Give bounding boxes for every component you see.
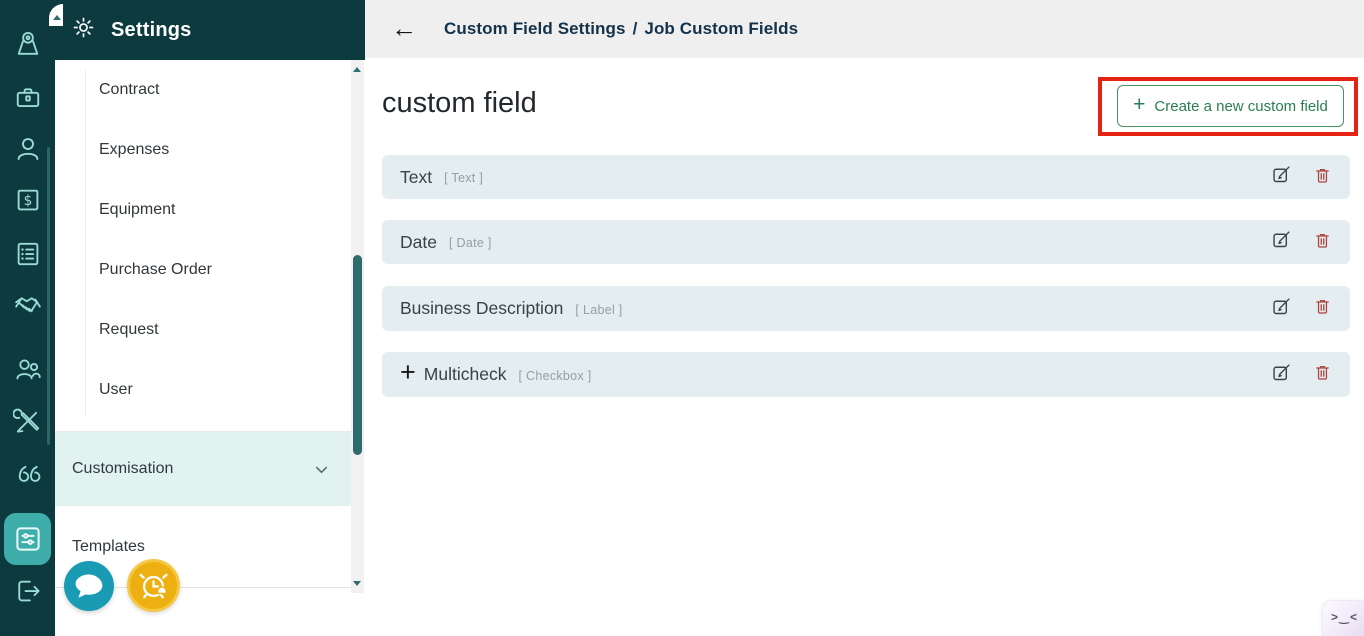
rail-scroll-up-icon[interactable]	[53, 15, 61, 20]
logout-icon[interactable]	[12, 575, 43, 606]
settings-sidebar: Settings Contract Expenses Equipment Pur…	[55, 0, 365, 593]
trash-icon[interactable]	[1313, 296, 1332, 321]
scroll-down-icon[interactable]	[353, 581, 361, 586]
sidebar-item-request[interactable]: Request	[55, 300, 351, 360]
settings-title: Settings	[111, 18, 192, 41]
customisation-label: Customisation	[72, 460, 174, 477]
breadcrumb: Custom Field Settings / Job Custom Fields	[444, 19, 798, 39]
chevron-down-icon	[315, 466, 328, 473]
trash-icon[interactable]	[1313, 230, 1332, 255]
feedback-widget-button[interactable]: >‿<	[1322, 600, 1364, 636]
field-label: Date	[400, 231, 437, 252]
custom-field-row-multicheck: + Multicheck [ Checkbox ]	[382, 352, 1350, 397]
dollar-card-icon[interactable]: $	[12, 184, 43, 215]
sidebar-section-customisation[interactable]: Customisation	[55, 431, 351, 506]
field-label: Text	[400, 166, 433, 187]
quotes-icon[interactable]	[12, 458, 43, 489]
field-type-badge: [ Date ]	[448, 236, 492, 250]
custom-field-row-date: Date [ Date ]	[382, 220, 1350, 264]
back-arrow-icon[interactable]: ←	[391, 15, 417, 41]
sidebar-item-equipment[interactable]: Equipment	[55, 180, 351, 240]
scroll-up-icon[interactable]	[353, 67, 361, 72]
field-label: Multicheck	[423, 364, 507, 384]
chat-bubble-icon	[75, 574, 103, 598]
edit-icon[interactable]	[1271, 229, 1292, 255]
trash-icon[interactable]	[1313, 165, 1332, 190]
sidebar-item-expenses[interactable]: Expenses	[55, 120, 351, 180]
custom-field-row-business-description: Business Description [ Label ]	[382, 286, 1350, 331]
edit-icon[interactable]	[1271, 164, 1292, 190]
task-list-icon[interactable]	[12, 238, 43, 269]
sidebar-item-user[interactable]: User	[55, 360, 351, 420]
face-icon: >‿<	[1331, 610, 1358, 624]
svg-text:$: $	[23, 193, 32, 209]
templates-label: Templates	[72, 537, 145, 555]
trash-icon[interactable]	[1313, 362, 1332, 387]
breadcrumb-separator: /	[632, 19, 638, 38]
main-content: custom field + Create a new custom field…	[365, 58, 1364, 636]
edit-icon[interactable]	[1271, 362, 1292, 388]
icon-rail: $	[0, 0, 55, 636]
sidebar-item-contract[interactable]: Contract	[55, 60, 351, 120]
sidebar-item-list: Contract Expenses Equipment Purchase Ord…	[55, 60, 351, 420]
customise-sliders-icon-active[interactable]	[4, 513, 51, 565]
expand-plus-icon[interactable]: +	[400, 359, 416, 386]
breadcrumb-section[interactable]: Custom Field Settings	[444, 19, 626, 38]
sidebar-scrollbar-thumb[interactable]	[353, 255, 362, 455]
page-title: custom field	[382, 87, 537, 119]
briefcase-icon[interactable]	[12, 81, 43, 112]
breadcrumb-page: Job Custom Fields	[644, 19, 799, 38]
breadcrumb-bar: ← Custom Field Settings / Job Custom Field…	[365, 0, 1364, 58]
team-icon[interactable]	[12, 353, 43, 384]
gear-icon	[71, 15, 96, 45]
highlight-annotation-box	[1098, 77, 1358, 136]
field-label: Business Description	[400, 298, 564, 318]
reminder-widget-button[interactable]	[127, 559, 180, 612]
person-icon[interactable]	[12, 133, 43, 164]
handshake-icon[interactable]	[12, 290, 43, 321]
alarm-clock-icon	[139, 573, 168, 599]
field-type-badge: [ Text ]	[444, 171, 484, 185]
field-type-badge: [ Checkbox ]	[518, 368, 592, 383]
sidebar-item-purchase-order[interactable]: Purchase Order	[55, 240, 351, 300]
field-type-badge: [ Label ]	[575, 302, 623, 317]
tools-icon[interactable]	[12, 405, 43, 436]
edit-icon[interactable]	[1271, 296, 1292, 322]
location-pin-icon[interactable]	[12, 27, 43, 58]
rail-scrollbar-thumb[interactable]	[47, 147, 50, 445]
chat-widget-button[interactable]	[64, 561, 114, 611]
custom-field-row-text: Text [ Text ]	[382, 155, 1350, 199]
app-window: $ Settings Contract Expenses Equipment P…	[0, 0, 1364, 636]
settings-header: Settings	[55, 0, 365, 60]
sidebar-scrollbar[interactable]	[351, 60, 364, 593]
